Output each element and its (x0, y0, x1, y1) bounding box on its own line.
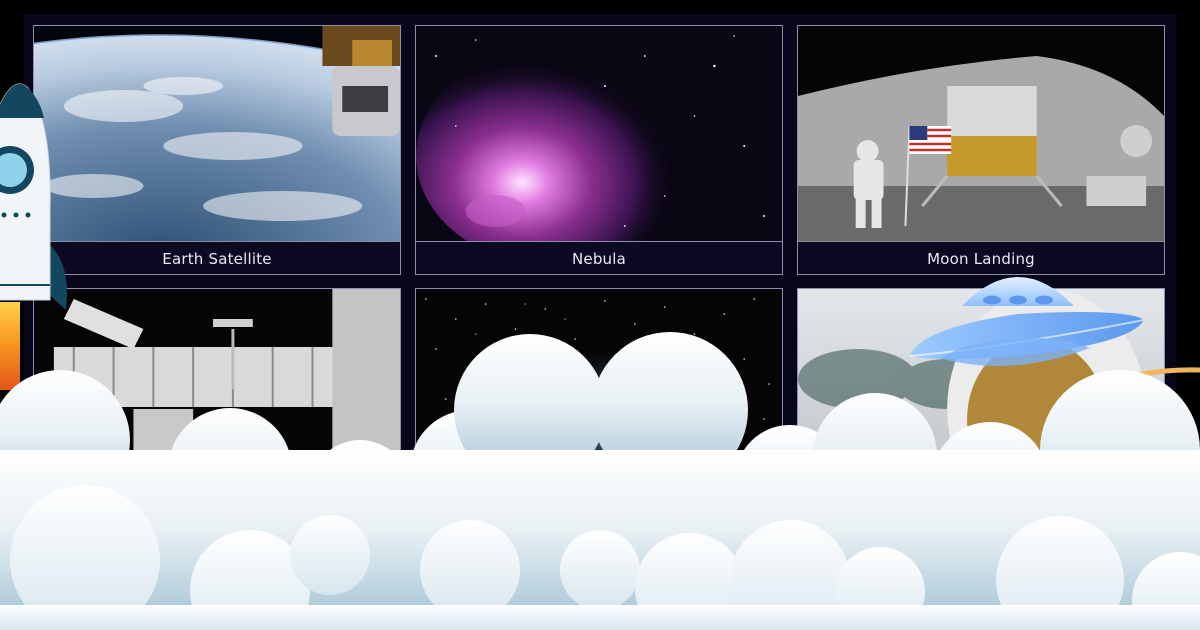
caption-bar: Nebula (416, 241, 782, 275)
card-caption: Earth Satellite (162, 250, 272, 268)
card-caption: Nebula (571, 250, 627, 268)
gallery-card-earth-satellite[interactable]: Earth Satellite (33, 25, 401, 275)
nebula-image[interactable] (416, 26, 782, 241)
moon-landing-image[interactable] (798, 26, 1164, 241)
cloud-bank (0, 332, 1200, 630)
page: Earth Satellite Nebula Moon Landing (0, 0, 1200, 630)
gallery-card-moon-landing[interactable]: Moon Landing (797, 25, 1165, 275)
gallery-card-nebula[interactable]: Nebula (415, 25, 783, 275)
caption-bar: Earth Satellite (34, 241, 400, 275)
earth-satellite-image[interactable] (34, 26, 400, 241)
